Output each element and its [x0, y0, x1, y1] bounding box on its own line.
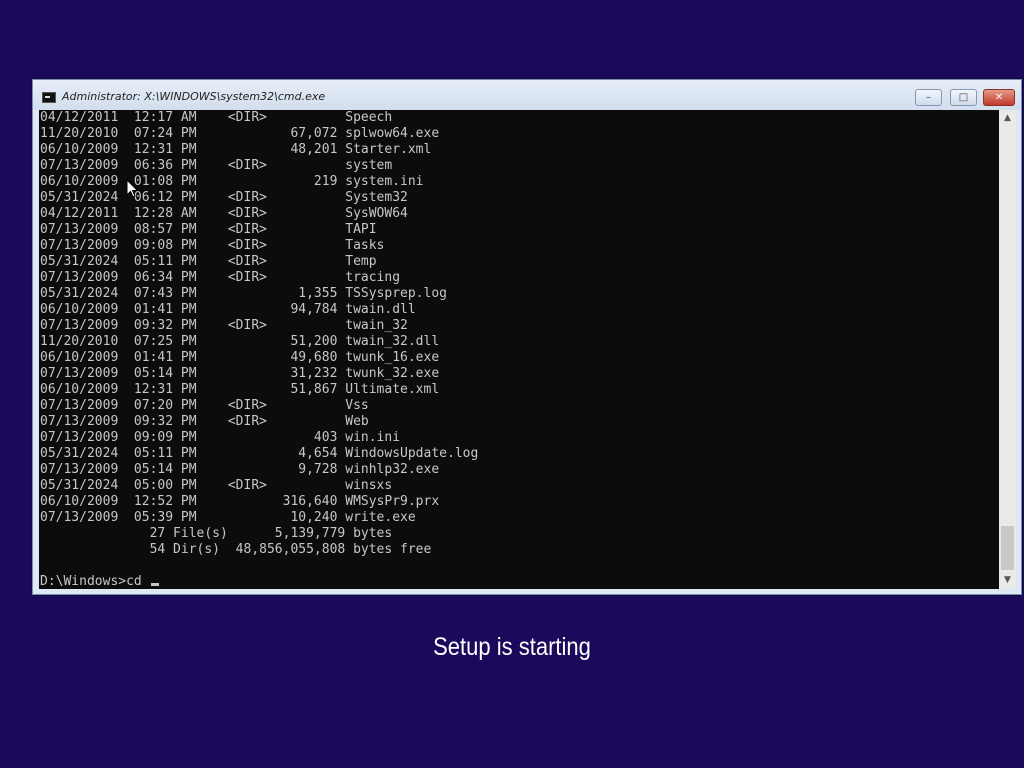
- console-line: 04/12/2011 12:17 AM <DIR> Speech: [40, 110, 393, 125]
- console-line: 11/20/2010 07:24 PM 67,072 splwow64.exe: [40, 126, 440, 141]
- console-line: 07/13/2009 05:14 PM 9,728 winhlp32.exe: [40, 462, 440, 477]
- maximize-icon: □: [958, 92, 969, 103]
- console-line: 05/31/2024 05:11 PM 4,654 WindowsUpdate.…: [40, 446, 479, 461]
- console-line: 27 File(s) 5,139,779 bytes: [40, 526, 393, 541]
- prompt-text: D:\Windows>cd: [40, 574, 150, 589]
- console-line: 06/10/2009 12:52 PM 316,640 WMSysPr9.prx: [40, 494, 440, 509]
- cmd-window[interactable]: Administrator: X:\WINDOWS\system32\cmd.e…: [32, 79, 1022, 595]
- close-icon: ✕: [994, 92, 1004, 103]
- console-line: 05/31/2024 06:12 PM <DIR> System32: [40, 190, 408, 205]
- minimize-icon: –: [926, 92, 931, 103]
- console-line: 06/10/2009 12:31 PM 48,201 Starter.xml: [40, 142, 432, 157]
- console-lines: 04/12/2011 12:17 AM <DIR> Speech 11/20/20…: [40, 110, 478, 558]
- console-line: 06/10/2009 01:41 PM 94,784 twain.dll: [40, 302, 416, 317]
- console-line: 07/13/2009 09:09 PM 403 win.ini: [40, 430, 401, 445]
- console-line: 06/10/2009 12:31 PM 51,867 Ultimate.xml: [40, 382, 440, 397]
- console-line: 07/13/2009 05:39 PM 10,240 write.exe: [40, 510, 416, 525]
- scroll-down-icon[interactable]: ▼: [999, 572, 1016, 589]
- title-bar[interactable]: Administrator: X:\WINDOWS\system32\cmd.e…: [33, 80, 1021, 110]
- maximize-button[interactable]: □: [950, 89, 977, 106]
- vertical-scrollbar[interactable]: ▲ ▼: [999, 110, 1016, 589]
- console-line: 05/31/2024 05:00 PM <DIR> winsxs: [40, 478, 393, 493]
- text-cursor: [150, 583, 159, 586]
- console-line: 06/10/2009 01:08 PM 219 system.ini: [40, 174, 424, 189]
- cmd-icon: [42, 92, 56, 103]
- console-line: 07/13/2009 06:36 PM <DIR> system: [40, 158, 393, 173]
- scroll-up-icon[interactable]: ▲: [999, 110, 1016, 127]
- console-line: 54 Dir(s) 48,856,055,808 bytes free: [40, 542, 432, 557]
- minimize-button[interactable]: –: [915, 89, 942, 106]
- scrollbar-thumb[interactable]: [1001, 526, 1014, 570]
- console-line: 07/13/2009 07:20 PM <DIR> Vss: [40, 398, 369, 413]
- console-line: 04/12/2011 12:28 AM <DIR> SysWOW64: [40, 206, 408, 221]
- window-title: Administrator: X:\WINDOWS\system32\cmd.e…: [62, 90, 326, 103]
- console-line: 06/10/2009 01:41 PM 49,680 twunk_16.exe: [40, 350, 440, 365]
- console-line: 07/13/2009 09:08 PM <DIR> Tasks: [40, 238, 385, 253]
- console-line: 07/13/2009 05:14 PM 31,232 twunk_32.exe: [40, 366, 440, 381]
- setup-status-text: Setup is starting: [433, 633, 591, 661]
- console-line: 07/13/2009 08:57 PM <DIR> TAPI: [40, 222, 377, 237]
- console-line: 07/13/2009 09:32 PM <DIR> twain_32: [40, 318, 408, 333]
- close-button[interactable]: ✕: [983, 89, 1015, 106]
- console-line: 07/13/2009 06:34 PM <DIR> tracing: [40, 270, 401, 285]
- console-line: 05/31/2024 07:43 PM 1,355 TSSysprep.log: [40, 286, 447, 301]
- command-prompt[interactable]: D:\Windows>cd: [40, 574, 159, 589]
- console-line: 05/31/2024 05:11 PM <DIR> Temp: [40, 254, 377, 269]
- console-line: 11/20/2010 07:25 PM 51,200 twain_32.dll: [40, 334, 440, 349]
- console-line: 07/13/2009 09:32 PM <DIR> Web: [40, 414, 369, 429]
- mouse-pointer-icon: [126, 179, 139, 198]
- console-output[interactable]: 04/12/2011 12:17 AM <DIR> Speech 11/20/20…: [39, 110, 999, 589]
